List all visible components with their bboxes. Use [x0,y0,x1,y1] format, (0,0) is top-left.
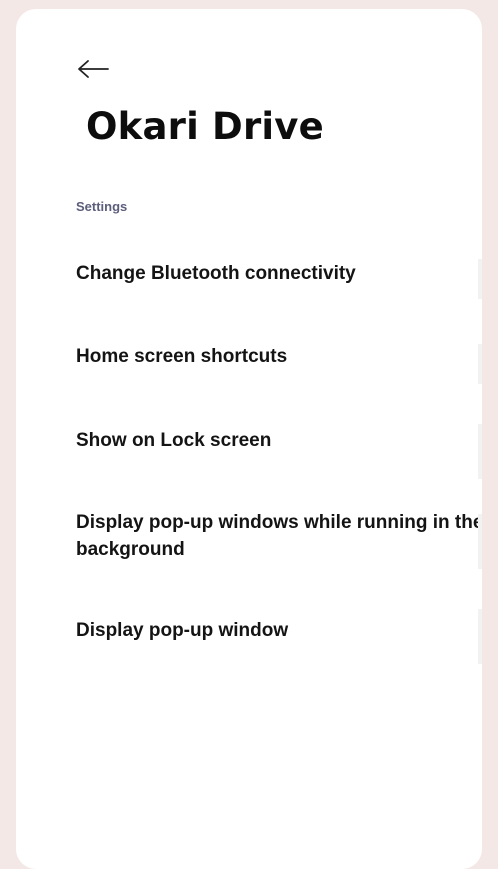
toggle-edge [478,344,482,384]
setting-display-popup-window[interactable]: Display pop-up window [76,617,482,644]
settings-card: Okari Drive Settings Change Bluetooth co… [16,9,482,869]
toggle-edge [478,514,482,569]
toggle-edge [478,609,482,664]
setting-change-bluetooth-connectivity[interactable]: Change Bluetooth connectivity [76,260,482,287]
setting-show-on-lock-screen[interactable]: Show on Lock screen [76,427,482,454]
settings-list: Change Bluetooth connectivity Home scree… [16,9,482,869]
setting-home-screen-shortcuts[interactable]: Home screen shortcuts [76,343,482,370]
toggle-edge [478,259,482,299]
setting-display-popup-background[interactable]: Display pop-up windows while running in … [76,509,482,563]
toggle-edge [478,424,482,479]
